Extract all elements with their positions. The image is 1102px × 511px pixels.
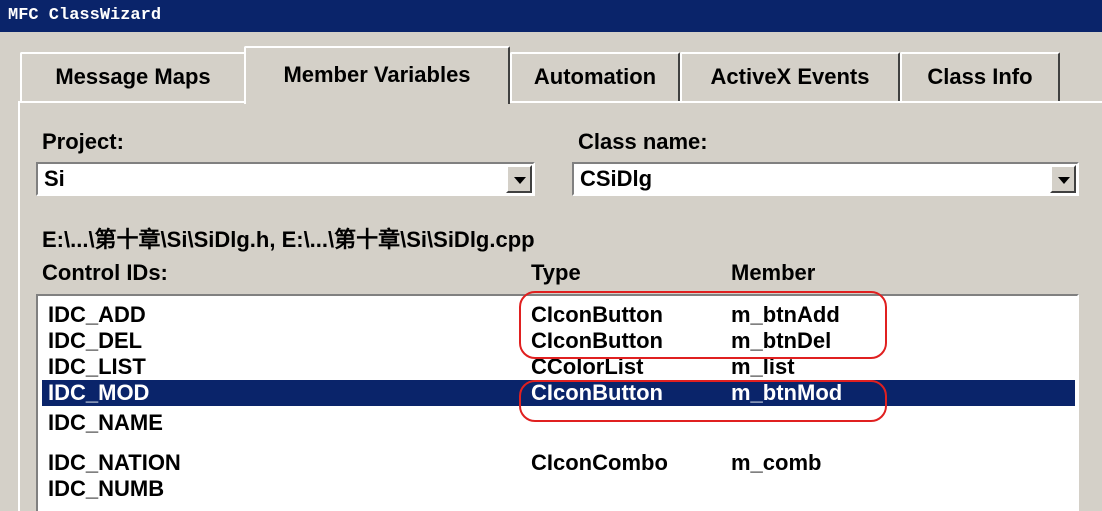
chevron-down-icon[interactable] [506,165,532,193]
list-item[interactable]: IDC_NUMB [42,476,1075,502]
member-header: Member [731,260,816,285]
annotation-highlight-add-del [519,291,887,359]
list-item[interactable]: IDC_NATION CIconCombo m_comb [42,450,1075,476]
tab-class-info[interactable]: Class Info [900,52,1060,102]
type-header: Type [531,260,581,285]
project-combo[interactable]: Si [36,162,535,196]
tab-member-variables[interactable]: Member Variables [244,46,510,104]
control-ids-header: Control IDs: [42,260,168,285]
class-name-value: CSiDlg [580,166,653,191]
chevron-down-icon[interactable] [1050,165,1076,193]
annotation-highlight-mod [519,380,887,422]
window-title: MFC ClassWizard [0,0,1102,32]
project-value: Si [44,166,65,191]
tab-activex-events[interactable]: ActiveX Events [680,52,900,102]
file-paths: E:\...\第十章\Si\SiDlg.h, E:\...\第十章\Si\SiD… [42,227,535,252]
tab-message-maps[interactable]: Message Maps [20,52,246,102]
project-label: Project: [42,129,124,154]
tab-automation[interactable]: Automation [510,52,680,102]
class-name-label: Class name: [578,129,708,154]
class-name-combo[interactable]: CSiDlg [572,162,1079,196]
